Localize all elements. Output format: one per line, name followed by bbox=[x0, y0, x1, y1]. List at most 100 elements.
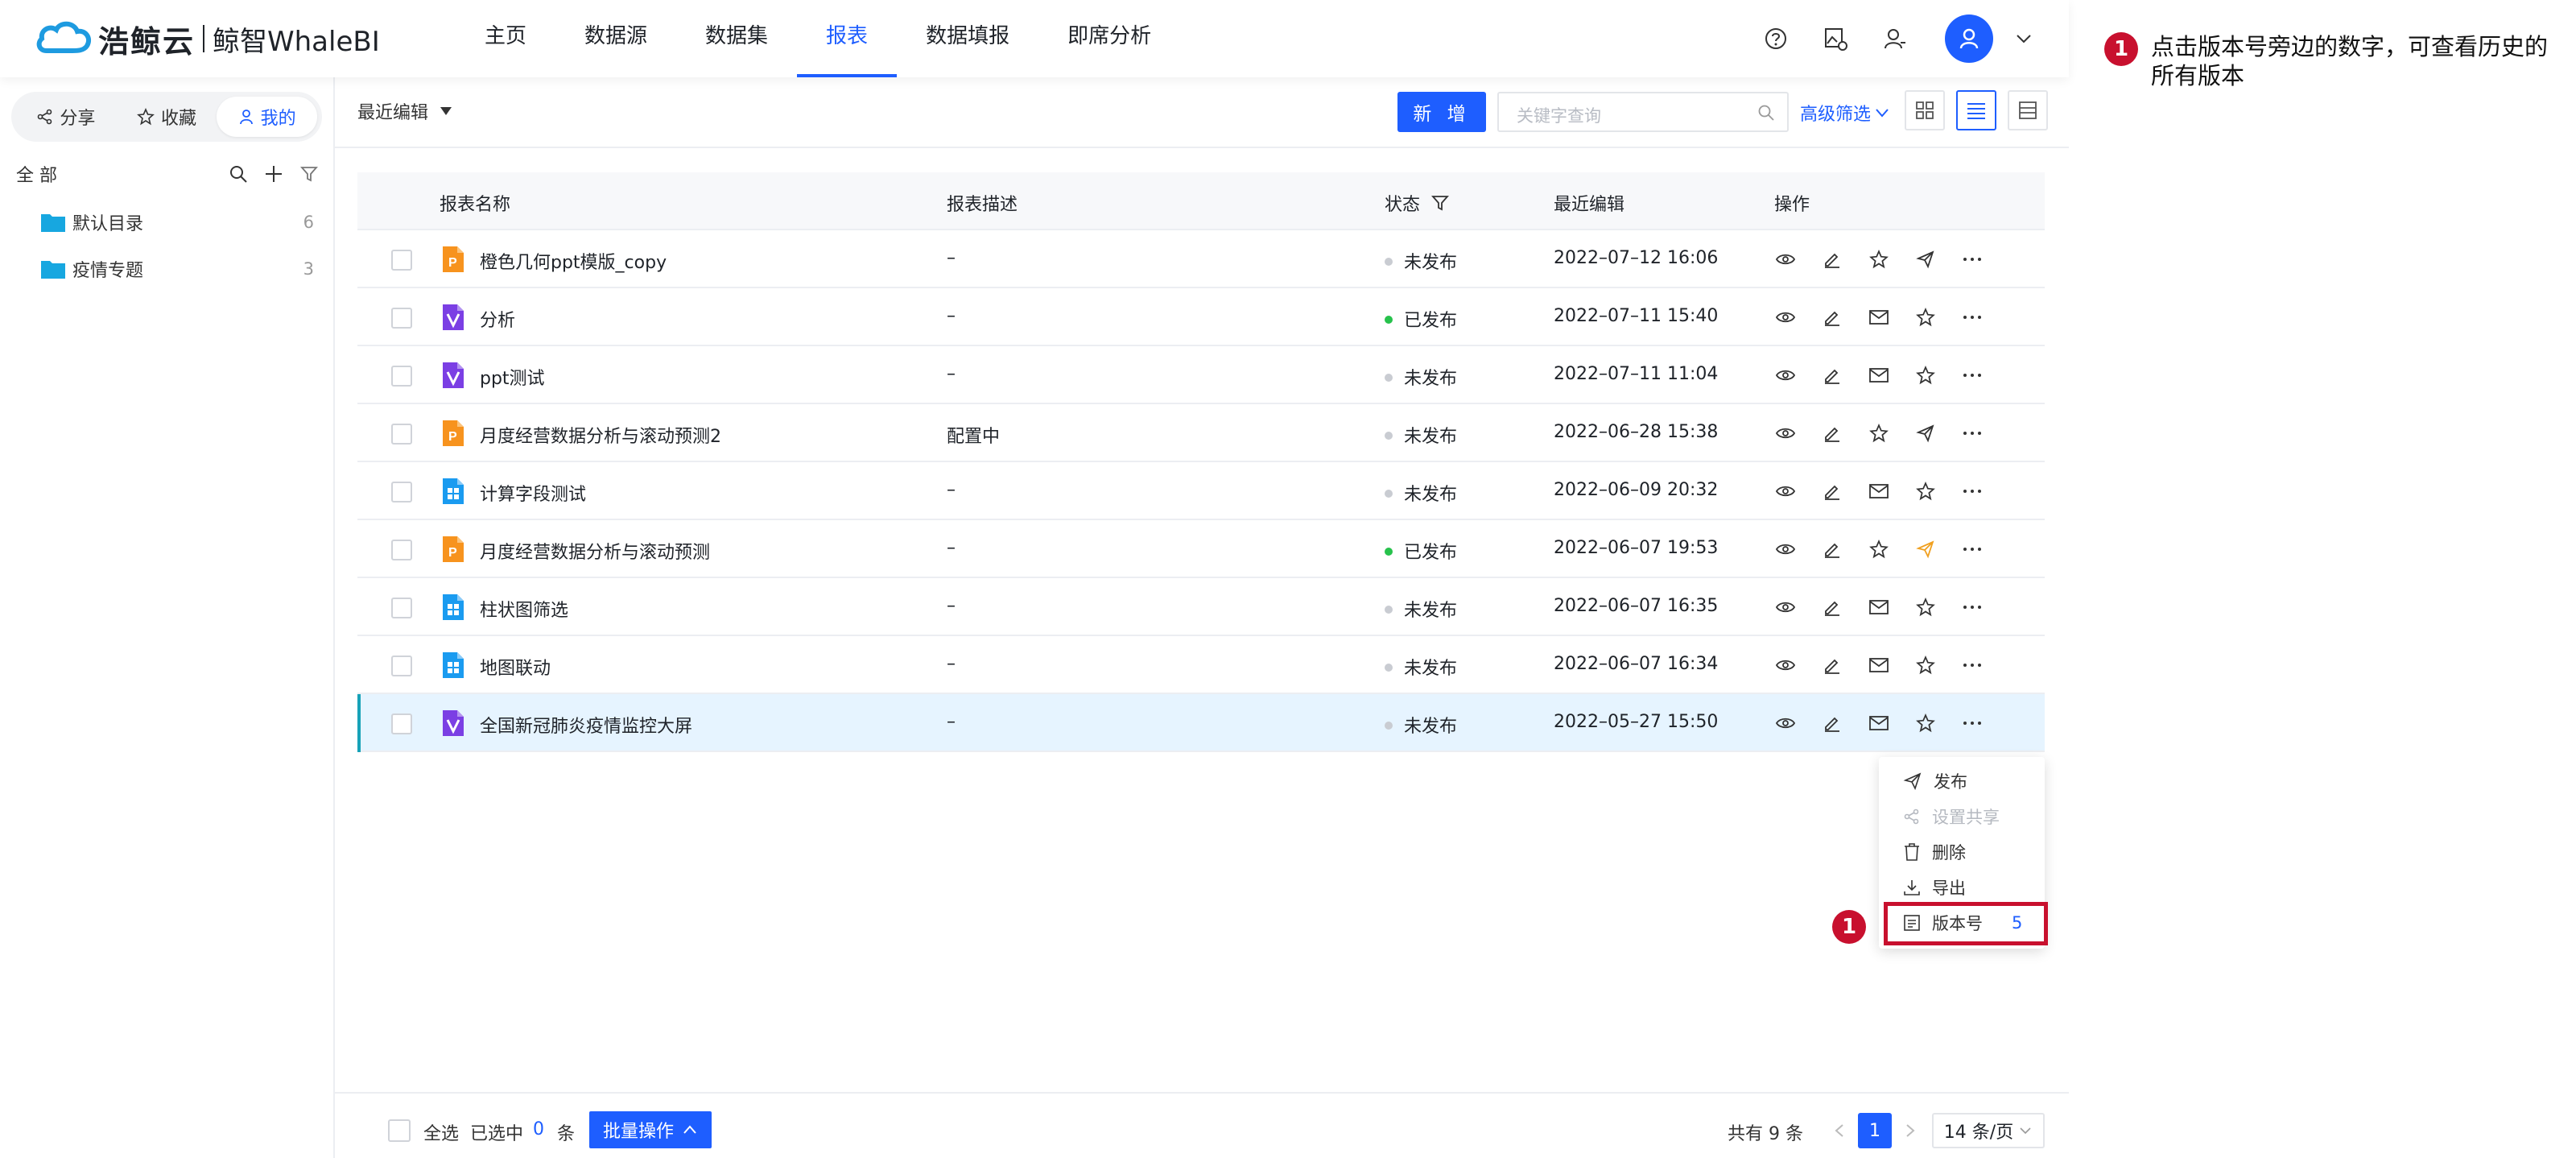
row-checkbox[interactable] bbox=[391, 250, 412, 271]
tab-favorites[interactable]: 收藏 bbox=[117, 97, 217, 137]
prev-page-button[interactable] bbox=[1829, 1113, 1850, 1148]
view-icon[interactable] bbox=[1771, 245, 1800, 274]
favorite-icon[interactable] bbox=[1911, 303, 1940, 332]
view-icon[interactable] bbox=[1771, 477, 1800, 506]
table-row[interactable]: ppt测试 – 未发布 2022–07–11 11:04 bbox=[357, 346, 2045, 404]
favorite-icon[interactable] bbox=[1864, 419, 1893, 448]
more-icon[interactable] bbox=[1958, 303, 1987, 332]
report-name[interactable]: 橙色几何ppt模版_copy bbox=[480, 248, 667, 274]
row-checkbox[interactable] bbox=[391, 308, 412, 329]
favorite-icon[interactable] bbox=[1911, 477, 1940, 506]
edit-icon[interactable] bbox=[1818, 709, 1847, 738]
table-view-button[interactable] bbox=[2008, 90, 2048, 130]
nav-adhoc-analysis[interactable]: 即席分析 bbox=[1038, 0, 1180, 77]
row-checkbox[interactable] bbox=[391, 424, 412, 445]
report-name[interactable]: 柱状图筛选 bbox=[480, 596, 568, 622]
next-page-button[interactable] bbox=[1900, 1113, 1921, 1148]
row-checkbox[interactable] bbox=[391, 482, 412, 502]
table-row[interactable]: 分析 – 已发布 2022–07–11 15:40 bbox=[357, 288, 2045, 346]
more-icon[interactable] bbox=[1958, 535, 1987, 564]
folder-item[interactable]: 默认目录 6 bbox=[40, 206, 314, 238]
image-settings-icon[interactable] bbox=[1819, 23, 1852, 55]
more-icon[interactable] bbox=[1958, 709, 1987, 738]
table-row[interactable]: 柱状图筛选 – 未发布 2022–06–07 16:35 bbox=[357, 578, 2045, 636]
email-icon[interactable] bbox=[1864, 303, 1893, 332]
tab-share[interactable]: 分享 bbox=[16, 97, 117, 137]
more-icon[interactable] bbox=[1958, 419, 1987, 448]
table-row[interactable]: 地图联动 – 未发布 2022–06–07 16:34 bbox=[357, 636, 2045, 694]
report-name[interactable]: 全国新冠肺炎疫情监控大屏 bbox=[480, 712, 692, 738]
search-input[interactable]: 关键字查询 bbox=[1497, 92, 1789, 132]
select-all-checkbox[interactable] bbox=[388, 1119, 411, 1142]
favorite-icon[interactable] bbox=[1911, 709, 1940, 738]
page-size-select[interactable]: 14 条/页 bbox=[1932, 1113, 2045, 1148]
favorite-icon[interactable] bbox=[1864, 535, 1893, 564]
email-icon[interactable] bbox=[1864, 361, 1893, 390]
view-icon[interactable] bbox=[1771, 651, 1800, 680]
search-icon[interactable] bbox=[1757, 103, 1776, 126]
folder-item[interactable]: 疫情专题 3 bbox=[40, 253, 314, 285]
menu-delete[interactable]: 删除 bbox=[1903, 837, 1966, 866]
nav-datasource[interactable]: 数据源 bbox=[555, 0, 676, 77]
email-icon[interactable] bbox=[1864, 709, 1893, 738]
edit-icon[interactable] bbox=[1818, 477, 1847, 506]
view-icon[interactable] bbox=[1771, 709, 1800, 738]
view-icon[interactable] bbox=[1771, 593, 1800, 622]
user-switch-icon[interactable] bbox=[1879, 23, 1911, 55]
favorite-icon[interactable] bbox=[1911, 651, 1940, 680]
favorite-icon[interactable] bbox=[1911, 593, 1940, 622]
more-icon[interactable] bbox=[1958, 361, 1987, 390]
more-icon[interactable] bbox=[1958, 593, 1987, 622]
row-checkbox[interactable] bbox=[391, 540, 412, 560]
table-row[interactable]: P 月度经营数据分析与滚动预测 – 已发布 2022–06–07 19:53 bbox=[357, 520, 2045, 578]
publish-send-icon[interactable] bbox=[1911, 419, 1940, 448]
filter-icon[interactable] bbox=[1431, 194, 1449, 212]
nav-data-fill[interactable]: 数据填报 bbox=[897, 0, 1038, 77]
email-icon[interactable] bbox=[1864, 651, 1893, 680]
tab-mine[interactable]: 我的 bbox=[217, 97, 318, 137]
more-icon[interactable] bbox=[1958, 477, 1987, 506]
edit-icon[interactable] bbox=[1818, 303, 1847, 332]
publish-send-icon[interactable] bbox=[1911, 245, 1940, 274]
email-icon[interactable] bbox=[1864, 477, 1893, 506]
list-view-button[interactable] bbox=[1956, 90, 1996, 130]
report-name[interactable]: 分析 bbox=[480, 306, 515, 332]
table-row[interactable]: P 月度经营数据分析与滚动预测2 配置中 未发布 2022–06–28 15:38 bbox=[357, 404, 2045, 462]
menu-publish[interactable]: 发布 bbox=[1903, 767, 1967, 796]
filter-icon[interactable] bbox=[296, 161, 322, 187]
nav-dataset[interactable]: 数据集 bbox=[676, 0, 797, 77]
favorite-icon[interactable] bbox=[1911, 361, 1940, 390]
report-name[interactable]: ppt测试 bbox=[480, 364, 545, 390]
edit-icon[interactable] bbox=[1818, 245, 1847, 274]
menu-export[interactable]: 导出 bbox=[1903, 873, 1966, 902]
sort-dropdown[interactable]: 最近编辑 bbox=[357, 98, 452, 124]
new-report-button[interactable]: 新 增 bbox=[1397, 92, 1486, 132]
search-icon[interactable] bbox=[225, 161, 251, 187]
advanced-filter-button[interactable]: 高级筛选 bbox=[1800, 100, 1890, 126]
more-icon[interactable] bbox=[1958, 651, 1987, 680]
report-name[interactable]: 计算字段测试 bbox=[480, 480, 586, 506]
row-checkbox[interactable] bbox=[391, 713, 412, 734]
nav-reports[interactable]: 报表 bbox=[797, 0, 898, 77]
report-name[interactable]: 地图联动 bbox=[480, 654, 551, 680]
row-checkbox[interactable] bbox=[391, 598, 412, 618]
more-icon[interactable] bbox=[1958, 245, 1987, 274]
edit-icon[interactable] bbox=[1818, 419, 1847, 448]
menu-share-settings[interactable]: 设置共享 bbox=[1903, 802, 2000, 831]
view-icon[interactable] bbox=[1771, 419, 1800, 448]
plus-icon[interactable] bbox=[261, 161, 287, 187]
help-icon[interactable] bbox=[1760, 23, 1792, 55]
user-avatar-icon[interactable] bbox=[1945, 14, 1993, 63]
row-checkbox[interactable] bbox=[391, 366, 412, 387]
tree-root-label[interactable]: 全 部 bbox=[16, 161, 216, 187]
logo[interactable]: 浩鲸云 鲸智WhaleBI bbox=[35, 14, 380, 63]
edit-icon[interactable] bbox=[1818, 651, 1847, 680]
edit-icon[interactable] bbox=[1818, 361, 1847, 390]
select-all-label[interactable]: 全选 bbox=[423, 1119, 459, 1145]
view-icon[interactable] bbox=[1771, 303, 1800, 332]
batch-actions-button[interactable]: 批量操作 bbox=[589, 1111, 712, 1148]
grid-view-button[interactable] bbox=[1905, 90, 1945, 130]
col-status[interactable]: 状态 bbox=[1385, 190, 1449, 216]
email-icon[interactable] bbox=[1864, 593, 1893, 622]
edit-icon[interactable] bbox=[1818, 593, 1847, 622]
